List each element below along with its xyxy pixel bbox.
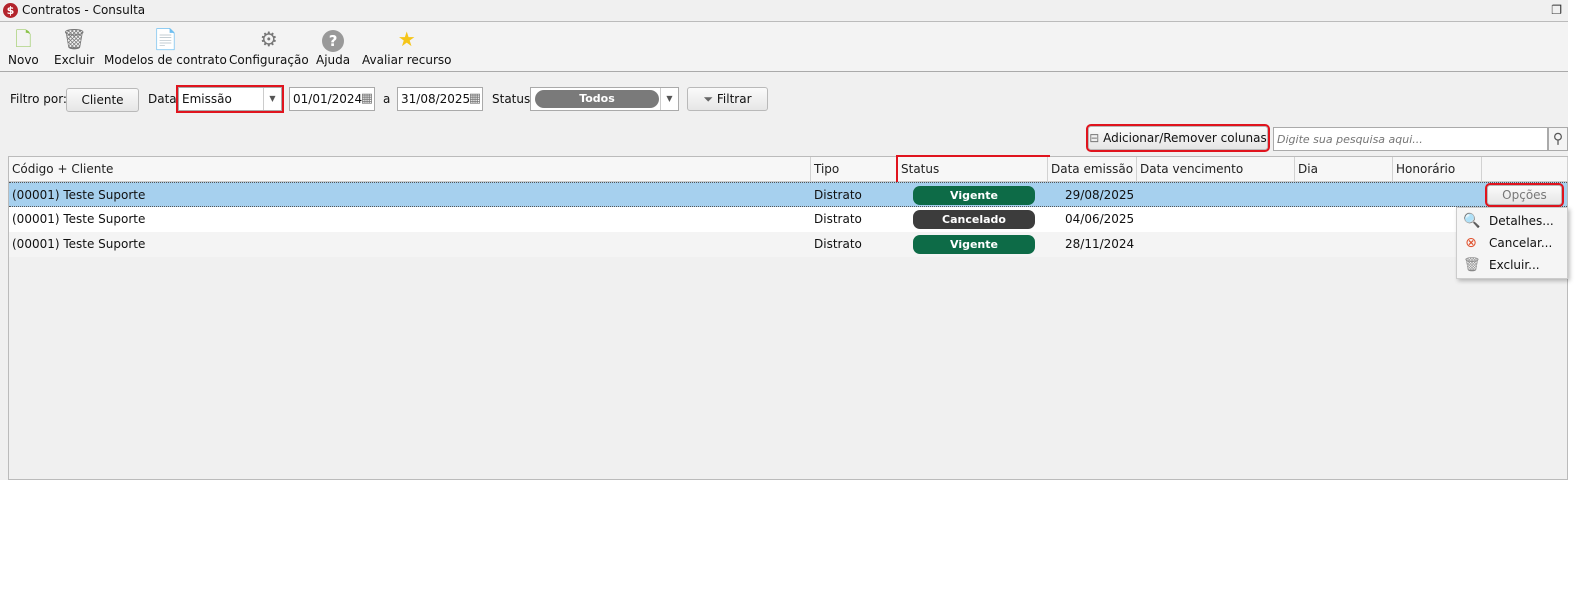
star-icon: ★: [397, 27, 416, 51]
add-remove-columns-label: Adicionar/Remover colunas: [1103, 131, 1267, 145]
column-header-status[interactable]: Status: [896, 155, 1050, 184]
client-cell: (00001) Teste Suporte: [12, 188, 146, 202]
table-row[interactable]: (00001) Teste Suporte Distrato Vigente 2…: [9, 232, 1567, 257]
options-menu: 🔍 Detalhes... ⊗ Cancelar... 🗑 Excluir...: [1456, 207, 1568, 279]
column-header-due-day[interactable]: Dia vencimento: [1295, 157, 1393, 201]
status-select[interactable]: Todos ▼: [530, 87, 679, 111]
status-cell: Vigente: [898, 183, 1048, 208]
type-cell: Distrato: [814, 212, 862, 226]
column-header-issue-date[interactable]: Data emissão: [1048, 157, 1137, 182]
filter-button[interactable]: ⏷ Filtrar: [687, 87, 768, 111]
date-to-value: 31/08/2025: [401, 92, 471, 106]
rate-feature-button[interactable]: ★ Avaliar recurso: [362, 26, 452, 67]
filter-by-label: Filtro por:: [10, 92, 67, 106]
new-button[interactable]: 🗋 Novo: [8, 26, 39, 67]
restore-window-button[interactable]: ❐: [1551, 3, 1562, 17]
window: $ Contratos - Consulta ❐ 🗋 Novo 🗑 Excluir …: [0, 0, 1568, 480]
to-label: a: [383, 92, 391, 106]
app-logo-icon: $: [3, 3, 18, 18]
date-to-input[interactable]: 31/08/2025 ▦: [397, 87, 483, 111]
status-label: Status:: [492, 92, 535, 106]
help-icon: ?: [316, 26, 350, 52]
issue-date-cell: 04/06/2025: [1065, 212, 1135, 226]
date-type-value: Emissão: [182, 92, 232, 106]
details-icon: 🔍: [1463, 213, 1481, 229]
toolbar: 🗋 Novo 🗑 Excluir 📄 Modelos de contrato ⚙ Con…: [0, 22, 1568, 72]
gear-icon: ⚙: [259, 27, 278, 51]
chevron-down-icon: ▼: [660, 88, 678, 110]
type-cell: Distrato: [814, 188, 862, 202]
calendar-icon[interactable]: ▦: [361, 88, 373, 110]
cancel-icon: ⊗: [1465, 235, 1477, 251]
issue-date-cell: 29/08/2025: [1065, 188, 1135, 202]
client-cell: (00001) Teste Suporte: [12, 237, 146, 251]
new-document-icon: 🗋: [15, 27, 32, 51]
column-header-fee[interactable]: Honorário: [1393, 157, 1482, 182]
search-icon[interactable]: ⚲: [1548, 127, 1568, 151]
column-header-contract-due-date[interactable]: Data vencimento contrato: [1137, 157, 1295, 201]
status-cell: Cancelado: [898, 207, 1048, 232]
columns-icon: ⊟: [1089, 131, 1104, 145]
search-input[interactable]: [1273, 127, 1548, 151]
menu-item-cancel[interactable]: ⊗ Cancelar...: [1457, 232, 1567, 254]
date-type-select[interactable]: Emissão ▼: [176, 85, 284, 113]
table-row[interactable]: (00001) Teste Suporte Distrato Cancelado…: [9, 207, 1567, 232]
table-row[interactable]: (00001) Teste Suporte Distrato Vigente 2…: [9, 182, 1567, 207]
delete-button[interactable]: 🗑 Excluir: [54, 26, 94, 67]
client-filter-button[interactable]: Cliente: [66, 88, 139, 112]
chevron-down-icon: ▼: [263, 88, 281, 110]
status-badge: Cancelado: [913, 210, 1035, 229]
column-header-type[interactable]: Tipo: [811, 157, 898, 182]
status-cell: Vigente: [898, 232, 1048, 257]
window-title: Contratos - Consulta: [22, 3, 146, 17]
status-badge: Vigente: [913, 235, 1035, 254]
configuration-button[interactable]: ⚙ Configuração: [229, 26, 309, 67]
trash-icon: 🗑: [1463, 257, 1481, 273]
date-from-value: 01/01/2024: [293, 92, 363, 106]
title-bar: $ Contratos - Consulta ❐: [0, 0, 1568, 22]
client-cell: (00001) Teste Suporte: [12, 212, 146, 226]
add-remove-columns-button[interactable]: ⊟ Adicionar/Remover colunas: [1086, 124, 1270, 152]
menu-item-delete[interactable]: 🗑 Excluir...: [1457, 254, 1567, 276]
calendar-icon[interactable]: ▦: [469, 88, 481, 110]
help-button[interactable]: ? Ajuda: [316, 26, 350, 67]
column-header-options: [1482, 157, 1568, 182]
contract-templates-button[interactable]: 📄 Modelos de contrato: [104, 26, 227, 67]
type-cell: Distrato: [814, 237, 862, 251]
contracts-table: Código + Cliente Tipo Status Data emissã…: [8, 155, 1568, 480]
column-header-client[interactable]: Código + Cliente: [9, 157, 811, 182]
funnel-icon: ⏷: [703, 92, 717, 106]
filter-button-label: Filtrar: [716, 92, 752, 106]
options-button[interactable]: Opções: [1485, 183, 1564, 207]
status-badge: Vigente: [913, 186, 1035, 205]
trash-icon: 🗑: [61, 27, 87, 51]
date-label: Data:: [148, 92, 181, 106]
menu-item-details[interactable]: 🔍 Detalhes...: [1457, 210, 1567, 232]
issue-date-cell: 28/11/2024: [1065, 237, 1135, 251]
contract-template-icon: 📄: [152, 27, 178, 51]
date-from-input[interactable]: 01/01/2024 ▦: [289, 87, 375, 111]
status-value: Todos: [535, 90, 659, 108]
